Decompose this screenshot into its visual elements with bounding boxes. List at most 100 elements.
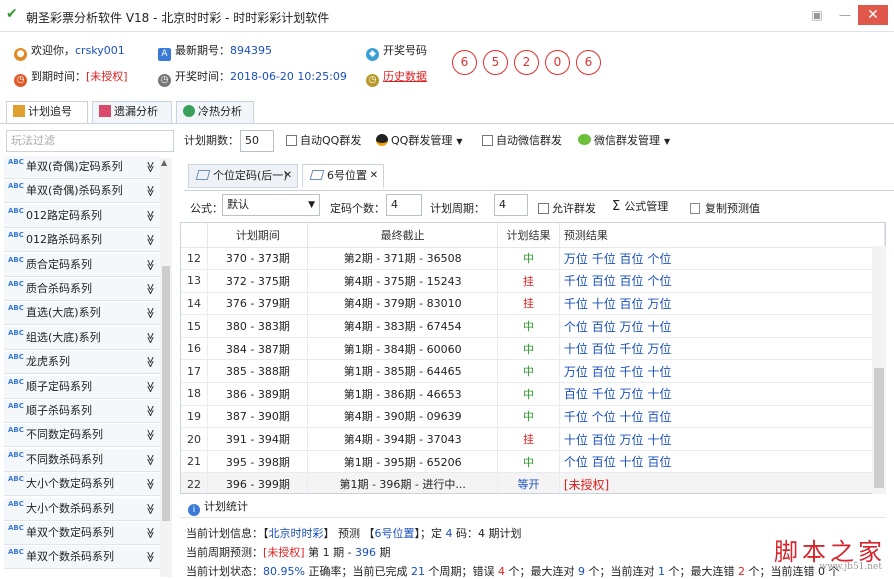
- minimize-button[interactable]: —: [834, 5, 856, 25]
- table-row[interactable]: 18 386 - 389期 第1期 - 386期 - 46653 中百位 千位 万位 …: [181, 382, 885, 406]
- close-button[interactable]: ✕: [858, 5, 888, 25]
- chevron-double-down-icon[interactable]: ≫: [139, 259, 161, 271]
- col-header-end[interactable]: 最终截止: [307, 223, 499, 248]
- col-header-result[interactable]: 计划结果: [497, 223, 560, 248]
- chevron-double-down-icon[interactable]: ≫: [139, 405, 161, 417]
- code-count-input[interactable]: 4: [386, 194, 422, 216]
- cycle-input[interactable]: 4: [494, 194, 528, 216]
- wechat-manage-button[interactable]: 微信群发管理 ▼: [578, 130, 670, 153]
- sidebar-item[interactable]: ABC 组选(大底)系列 ≫: [4, 326, 161, 350]
- chevron-double-down-icon[interactable]: ≫: [139, 308, 161, 320]
- chevron-double-down-icon[interactable]: ≫: [139, 332, 161, 344]
- allow-group-checkbox[interactable]: 允许群发: [538, 200, 596, 216]
- scroll-thumb[interactable]: [162, 266, 170, 521]
- sidebar-scrollbar[interactable]: ▲: [160, 158, 172, 577]
- table-row[interactable]: 12 370 - 373期 第2期 - 371期 - 36508 中万位 千位 百位 …: [181, 247, 885, 271]
- chevron-double-down-icon[interactable]: ≫: [139, 210, 161, 222]
- history-data[interactable]: ◷ 历史数据: [366, 70, 427, 87]
- scroll-thumb[interactable]: [874, 368, 884, 488]
- chevron-double-down-icon[interactable]: ≫: [139, 478, 161, 490]
- col-header-period[interactable]: 计划期间: [207, 223, 309, 248]
- sidebar-item[interactable]: ABC 质合定码系列 ≫: [4, 253, 161, 277]
- checkbox-icon[interactable]: [538, 203, 549, 214]
- row-index: 22: [181, 472, 209, 493]
- cell-predict: 十位 百位 万位 十位: [559, 427, 885, 451]
- cell-period: 385 - 388期: [207, 359, 309, 384]
- chevron-double-down-icon[interactable]: ≫: [139, 186, 161, 198]
- sidebar-item[interactable]: ABC 单双个数杀码系列 ≫: [4, 546, 161, 570]
- row-index: 14: [181, 292, 209, 316]
- expire-value: [未授权]: [86, 70, 128, 83]
- table-row[interactable]: 22 396 - 399期 第1期 - 396期 - 进行中... 等开 [未授权]: [181, 472, 885, 493]
- stats-header: i 计划统计: [180, 496, 886, 518]
- col-header-index[interactable]: [181, 223, 209, 248]
- auto-wechat-checkbox[interactable]: 自动微信群发: [482, 130, 562, 152]
- chevron-double-down-icon[interactable]: ≫: [139, 161, 161, 173]
- chevron-double-down-icon[interactable]: ≫: [139, 552, 161, 564]
- formula-manage-button[interactable]: Σ 公式管理: [612, 198, 668, 214]
- sidebar-item[interactable]: ABC 顺子定码系列 ≫: [4, 375, 161, 399]
- sidebar-item[interactable]: ABC 顺子杀码系列 ≫: [4, 400, 160, 423]
- abc-icon: ABC: [8, 475, 24, 484]
- cell-period: 386 - 389期: [207, 382, 309, 406]
- play-filter-input[interactable]: 玩法过滤: [6, 130, 174, 152]
- sidebar-item[interactable]: ABC 012路定码系列 ≫: [4, 204, 161, 228]
- sidebar-item[interactable]: ABC 大小个数杀码系列 ≫: [4, 497, 161, 521]
- history-link[interactable]: 历史数据: [383, 70, 427, 83]
- sidebar-item[interactable]: ABC 直选(大底)系列 ≫: [4, 302, 161, 326]
- chevron-double-down-icon[interactable]: ≫: [139, 234, 161, 246]
- chevron-double-down-icon[interactable]: ≫: [139, 454, 161, 466]
- sidebar-item[interactable]: ABC 大小个数定码系列 ≫: [4, 473, 161, 497]
- sidebar-item[interactable]: ABC 不同数杀码系列 ≫: [4, 448, 161, 472]
- abc-icon: ABC: [8, 182, 24, 191]
- table-row[interactable]: 16 384 - 387期 第1期 - 384期 - 60060 中十位 百位 千位 …: [181, 337, 885, 361]
- scroll-up-icon[interactable]: ▲: [161, 158, 167, 167]
- pencil-icon: [13, 105, 25, 117]
- table-row[interactable]: 14 376 - 379期 第4期 - 379期 - 83010 挂千位 十位 百位 …: [181, 292, 885, 316]
- doc-tab-position[interactable]: 6号位置 ✕: [302, 164, 384, 188]
- checkbox-icon[interactable]: [482, 135, 493, 146]
- chevron-double-down-icon[interactable]: ≫: [139, 381, 161, 393]
- sidebar-item[interactable]: ABC 龙虎系列 ≫: [4, 351, 161, 375]
- grid-scrollbar[interactable]: [872, 246, 886, 494]
- sidebar-item[interactable]: ABC 单双个数定码系列 ≫: [4, 522, 160, 545]
- close-tab-icon[interactable]: ✕: [370, 165, 378, 187]
- table-row[interactable]: 19 387 - 390期 第4期 - 390期 - 09639 中千位 个位 十位 …: [181, 405, 885, 429]
- plan-periods-input[interactable]: 50: [240, 130, 274, 152]
- chevron-double-down-icon[interactable]: ≫: [139, 503, 161, 515]
- formula-select[interactable]: 默认 ▼: [222, 194, 320, 216]
- cycle-label: 计划周期：: [430, 202, 485, 215]
- tab-divider: [0, 123, 894, 124]
- chevron-double-down-icon[interactable]: ≫: [139, 430, 161, 442]
- sidebar-item[interactable]: ABC 不同数定码系列 ≫: [4, 424, 161, 448]
- chevron-double-down-icon[interactable]: ≫: [139, 356, 161, 368]
- cell-period: 376 - 379期: [207, 292, 309, 316]
- auto-qq-checkbox[interactable]: 自动QQ群发: [286, 130, 361, 152]
- table-row[interactable]: 21 395 - 398期 第1期 - 395期 - 65206 中个位 百位 十位 …: [181, 450, 885, 474]
- tab-plan[interactable]: 计划追号: [6, 101, 88, 123]
- chevron-double-down-icon[interactable]: ≫: [139, 527, 161, 539]
- close-tab-icon[interactable]: ✕: [284, 165, 292, 187]
- sidebar-item[interactable]: ABC 单双(奇偶)定码系列 ≫: [4, 156, 160, 179]
- stats-line-predict: 当前周期预测：[未授权] 第 1 期 - 396 期: [186, 546, 391, 559]
- table-row[interactable]: 17 385 - 388期 第1期 - 385期 - 64465 中万位 百位 千位 …: [181, 359, 885, 384]
- table-row[interactable]: 13 372 - 375期 第4期 - 375期 - 15243 挂千位 百位 百位 …: [181, 269, 885, 293]
- sidebar-item[interactable]: ABC 质合杀码系列 ≫: [4, 278, 160, 301]
- sidebar-item[interactable]: ABC 单双(奇偶)杀码系列 ≫: [4, 180, 161, 204]
- doc-tab-units[interactable]: 个位定码(后一) ✕: [188, 164, 298, 188]
- checkbox-icon[interactable]: [286, 135, 297, 146]
- info-icon: i: [188, 504, 200, 516]
- table-row[interactable]: 15 380 - 383期 第4期 - 383期 - 67454 中个位 百位 万位 …: [181, 314, 885, 338]
- tab-hotcold[interactable]: 冷热分析: [176, 101, 254, 123]
- restore-icon[interactable]: ▣: [806, 5, 828, 25]
- table-row[interactable]: 20 391 - 394期 第4期 - 394期 - 37043 挂十位 百位 万位 …: [181, 427, 885, 451]
- draw-ball: 5: [483, 50, 508, 75]
- tab-missing[interactable]: 遗漏分析: [92, 101, 172, 123]
- cell-end: 第4期 - 390期 - 09639: [307, 405, 499, 429]
- col-header-predict[interactable]: 预测结果: [559, 223, 885, 248]
- chevron-double-down-icon[interactable]: ≫: [139, 283, 161, 295]
- qq-manage-button[interactable]: QQ群发管理 ▼: [376, 130, 462, 153]
- copy-predict-button[interactable]: 复制预测值: [690, 200, 760, 216]
- sidebar-item[interactable]: ABC 012路杀码系列 ≫: [4, 229, 161, 253]
- chart-icon: [99, 105, 111, 117]
